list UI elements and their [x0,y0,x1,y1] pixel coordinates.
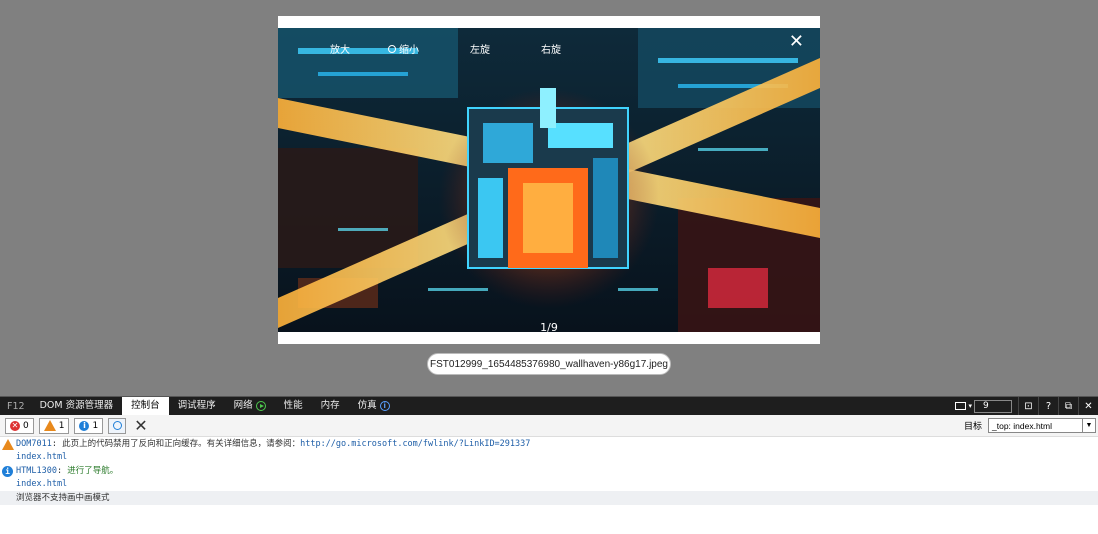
tab-dom-explorer[interactable]: DOM 资源管理器 [31,397,123,415]
zoom-in-label: 放大 [330,45,350,56]
help-button[interactable]: ? [1038,397,1058,415]
console-message-info: i HTML1300: 进行了导航。 index.html [0,464,1098,491]
info-icon: i [79,420,90,431]
message-text: 浏览器不支持画中画模式 [16,493,110,503]
info-count: 1 [92,420,99,431]
tab-label: 内存 [320,400,340,411]
undock-icon: ⧉ [1064,400,1073,412]
tab-emulation[interactable]: 仿真 i [349,397,399,415]
image-viewer-overlay: 放大 缩小 左旋 右旋 ✕ 1/9 FST012999_165448537698… [0,0,1098,396]
devtools-window-controls: ▾ 9 ⊡ ? ⧉ ✕ [949,397,1098,415]
rotate-right-button[interactable]: 右旋 [541,41,561,56]
zoom-in-button[interactable]: 放大 [330,41,350,56]
cyber-city-artwork [278,28,820,332]
warning-icon [43,420,56,431]
message-source-link[interactable]: index.html [16,451,1098,464]
warning-icon [2,439,14,450]
message-code: DOM7011 [16,439,52,449]
message-separator: : [51,439,63,449]
message-separator: : [56,466,68,476]
tab-console[interactable]: 控制台 [122,397,169,415]
preview-image[interactable] [278,28,820,332]
undock-button[interactable]: ⧉ [1058,397,1078,415]
tab-label: 仿真 [357,400,377,411]
message-code: HTML1300 [16,466,57,476]
tab-debugger[interactable]: 调试程序 [169,397,225,415]
close-icon: ✕ [1084,400,1093,412]
devtools-tab-bar: F12 DOM 资源管理器 控制台 调试程序 网络 性能 内存 仿真 i ▾ 9 … [0,397,1098,415]
preserve-log-button[interactable] [108,417,127,434]
image-filename: FST012999_1654485376980_wallhaven-y86g17… [427,353,671,375]
emulation-count: 9 [974,399,1012,413]
error-icon: ✕ [10,420,20,431]
tab-label: DOM 资源管理器 [39,400,114,411]
f12-label: F12 [7,400,25,412]
console-toggle-button[interactable]: ⊡ [1018,397,1038,415]
info-icon: i [379,401,390,411]
target-selector: 目标 _top: index.html ▼ [964,418,1096,433]
close-devtools-button[interactable]: ✕ [1078,397,1098,415]
warnings-filter-button[interactable]: 1 [38,417,70,434]
help-icon: ? [1045,400,1052,412]
clear-console-icon[interactable]: ✕ [131,417,150,434]
emulation-selector[interactable]: ▾ 9 [949,399,1018,413]
tab-label: 控制台 [131,400,160,411]
preserve-icon [112,421,122,430]
console-message-warning: DOM7011: 此页上的代码禁用了反向和正向缓存。有关详细信息，请参阅：htt… [0,437,1098,464]
tab-label: 调试程序 [177,400,216,411]
zoom-out-button[interactable]: 缩小 [388,41,419,56]
info-filter-button[interactable]: i 1 [74,417,104,434]
image-counter: 1/9 [540,321,558,334]
chevron-down-icon: ▼ [1082,419,1095,432]
record-icon[interactable] [255,401,266,411]
tab-label: 性能 [283,400,303,411]
tab-memory[interactable]: 内存 [312,397,349,415]
close-icon: ✕ [788,31,804,52]
target-value: _top: index.html [992,420,1053,431]
tab-label: 网络 [233,400,253,411]
message-text: 进行了导航。 [67,466,119,476]
target-label: 目标 [963,422,982,432]
message-text: 此页上的代码禁用了反向和正向缓存。有关详细信息，请参阅： [62,439,301,449]
errors-filter-button[interactable]: ✕ 0 [5,417,34,434]
console-message-log: 浏览器不支持画中画模式 [0,491,1098,505]
close-viewer-button[interactable]: ✕ [789,33,804,51]
console-output: DOM7011: 此页上的代码禁用了反向和正向缓存。有关详细信息，请参阅：htt… [0,437,1098,505]
rotate-right-label: 右旋 [541,45,561,56]
developer-tools-panel: F12 DOM 资源管理器 控制台 调试程序 网络 性能 内存 仿真 i ▾ 9 … [0,396,1098,534]
zoom-out-label: 缩小 [399,45,419,56]
tab-network[interactable]: 网络 [225,397,275,415]
rotate-left-button[interactable]: 左旋 [470,41,490,56]
zoom-out-icon [388,44,396,53]
info-icon: i [2,466,13,477]
tab-performance[interactable]: 性能 [275,397,312,415]
dropdown-icon: ▾ [968,402,972,410]
warnings-count: 1 [58,420,65,431]
console-icon: ⊡ [1024,400,1033,412]
target-dropdown[interactable]: _top: index.html ▼ [988,418,1096,433]
rotate-left-label: 左旋 [470,45,490,56]
monitor-icon [955,402,967,410]
image-frame: 放大 缩小 左旋 右旋 ✕ 1/9 [278,16,820,344]
console-toolbar: ✕ 0 1 i 1 ✕ 目标 _top: index.html ▼ [0,415,1098,437]
message-link[interactable]: http://go.microsoft.com/fwlink/?LinkID=2… [300,439,530,449]
message-source-link[interactable]: index.html [16,478,1098,491]
errors-count: 0 [23,420,29,431]
